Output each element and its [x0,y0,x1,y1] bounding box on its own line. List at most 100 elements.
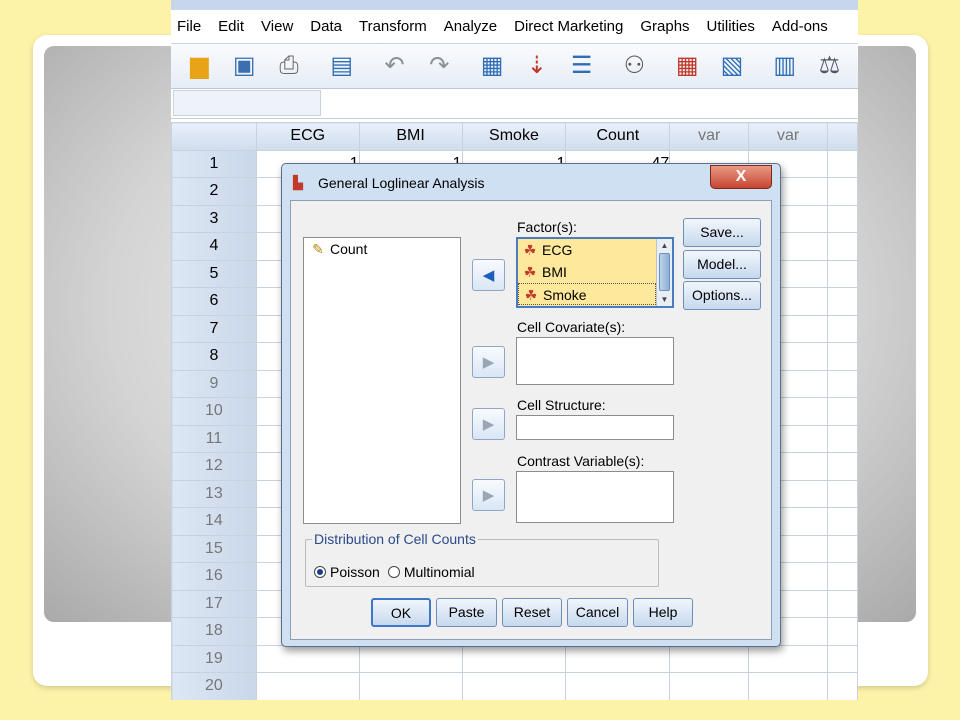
menu-add-ons[interactable]: Add-ons [772,18,828,35]
column-header-var[interactable]: var [748,122,828,151]
table-cell[interactable] [461,644,567,673]
table-cell[interactable] [565,672,671,700]
cell-structure-field[interactable] [516,415,674,440]
table-cell[interactable] [669,644,750,673]
table-cell[interactable] [827,232,858,261]
reset-button[interactable]: Reset [502,598,562,627]
table-cell[interactable] [827,589,858,618]
variables-icon[interactable]: ☰ [565,49,598,83]
table-cell[interactable] [827,562,858,591]
row-header[interactable]: 11 [171,424,257,453]
row-header[interactable]: 20 [171,672,257,700]
list-item[interactable]: ☘ Smoke [518,283,656,305]
menu-graphs[interactable]: Graphs [640,18,689,35]
row-header[interactable]: 17 [171,589,257,618]
menu-file[interactable]: File [177,18,201,35]
scroll-down-icon[interactable]: ▼ [657,295,672,304]
contrast-variables-list[interactable] [516,471,674,523]
scroll-up-icon[interactable]: ▲ [657,241,672,250]
table-cell[interactable] [358,644,463,673]
menu-view[interactable]: View [261,18,293,35]
column-header-ecg[interactable]: ECG [255,122,360,151]
dialog-recall-icon[interactable]: ▤ [325,49,358,83]
row-header[interactable]: 1 [171,149,257,178]
table-cell[interactable] [827,534,858,563]
table-cell[interactable] [827,397,858,426]
menu-direct-marketing[interactable]: Direct Marketing [514,18,623,35]
menu-analyze[interactable]: Analyze [444,18,497,35]
table-cell[interactable] [827,204,858,233]
row-header[interactable]: 4 [171,232,257,261]
weight-cases-icon[interactable]: ⚖ [813,49,846,83]
table-cell[interactable] [827,672,858,700]
poisson-label[interactable]: Poisson [330,564,380,580]
table-cell[interactable] [827,507,858,536]
find-icon[interactable]: ⚇ [618,49,651,83]
menu-data[interactable]: Data [310,18,342,35]
model-button[interactable]: Model... [683,250,761,279]
table-cell[interactable] [358,672,463,700]
table-cell[interactable] [827,369,858,398]
menu-edit[interactable]: Edit [218,18,244,35]
insert-cases-icon[interactable]: ▦ [671,49,704,83]
open-folder-icon[interactable]: ▆ [183,49,216,83]
save-button[interactable]: Save... [683,218,761,247]
cancel-button[interactable]: Cancel [567,598,628,627]
close-button[interactable]: X [710,165,772,189]
multinomial-label[interactable]: Multinomial [404,564,475,580]
move-to-covariates-button[interactable]: ▶ [472,346,505,378]
redo-icon[interactable]: ↷ [423,49,456,83]
ok-button[interactable]: OK [371,598,431,627]
table-cell[interactable] [827,314,858,343]
row-header[interactable]: 5 [171,259,257,288]
table-cell[interactable] [827,342,858,371]
row-header[interactable]: 10 [171,397,257,426]
factors-list[interactable]: ☘ ECG ☘ BMI ☘ Smoke ▲ ▼ [516,237,674,308]
list-item[interactable]: ✎ Count [304,238,460,261]
help-button[interactable]: Help [633,598,693,627]
list-item[interactable]: ☘ ECG [518,239,656,261]
source-variable-list[interactable]: ✎ Count [303,237,461,524]
row-header[interactable]: 8 [171,342,257,371]
cell-reference-box[interactable] [173,90,321,116]
select-cases-icon[interactable]: ▥ [768,49,801,83]
grid-corner[interactable] [171,122,257,151]
split-file-icon[interactable]: ▧ [716,49,749,83]
goto-case-icon[interactable]: ▦ [476,49,509,83]
factors-scrollbar[interactable]: ▲ ▼ [656,239,672,306]
save-icon[interactable]: ▣ [228,49,261,83]
table-cell[interactable] [827,644,858,673]
dialog-title-bar[interactable]: ▙ General Loglinear Analysis X [282,164,780,200]
row-header[interactable]: 7 [171,314,257,343]
goto-variable-icon[interactable]: ⇣ [520,49,553,83]
row-header[interactable]: 14 [171,507,257,536]
table-cell[interactable] [827,452,858,481]
table-cell[interactable] [827,177,858,206]
row-header[interactable]: 18 [171,617,257,646]
row-header[interactable]: 16 [171,562,257,591]
table-cell[interactable] [255,644,360,673]
table-cell[interactable] [669,672,750,700]
table-cell[interactable] [827,259,858,288]
table-cell[interactable] [748,672,828,700]
column-header-count[interactable]: Count [565,122,671,151]
row-header[interactable]: 3 [171,204,257,233]
table-cell[interactable] [827,479,858,508]
row-header[interactable]: 13 [171,479,257,508]
row-header[interactable]: 2 [171,177,257,206]
column-header-smoke[interactable]: Smoke [461,122,567,151]
undo-icon[interactable]: ↶ [378,49,411,83]
move-to-factors-button[interactable]: ◀ [472,259,505,291]
multinomial-radio[interactable] [387,566,400,578]
table-cell[interactable] [827,287,858,316]
table-cell[interactable] [461,672,567,700]
paste-button[interactable]: Paste [436,598,497,627]
table-cell[interactable] [827,617,858,646]
table-cell[interactable] [827,149,858,178]
scroll-thumb[interactable] [659,253,670,291]
print-icon[interactable]: ⎙ [273,49,306,83]
move-to-contrast-button[interactable]: ▶ [472,479,505,511]
cell-covariates-list[interactable] [516,337,674,385]
row-header[interactable]: 15 [171,534,257,563]
row-header[interactable]: 6 [171,287,257,316]
